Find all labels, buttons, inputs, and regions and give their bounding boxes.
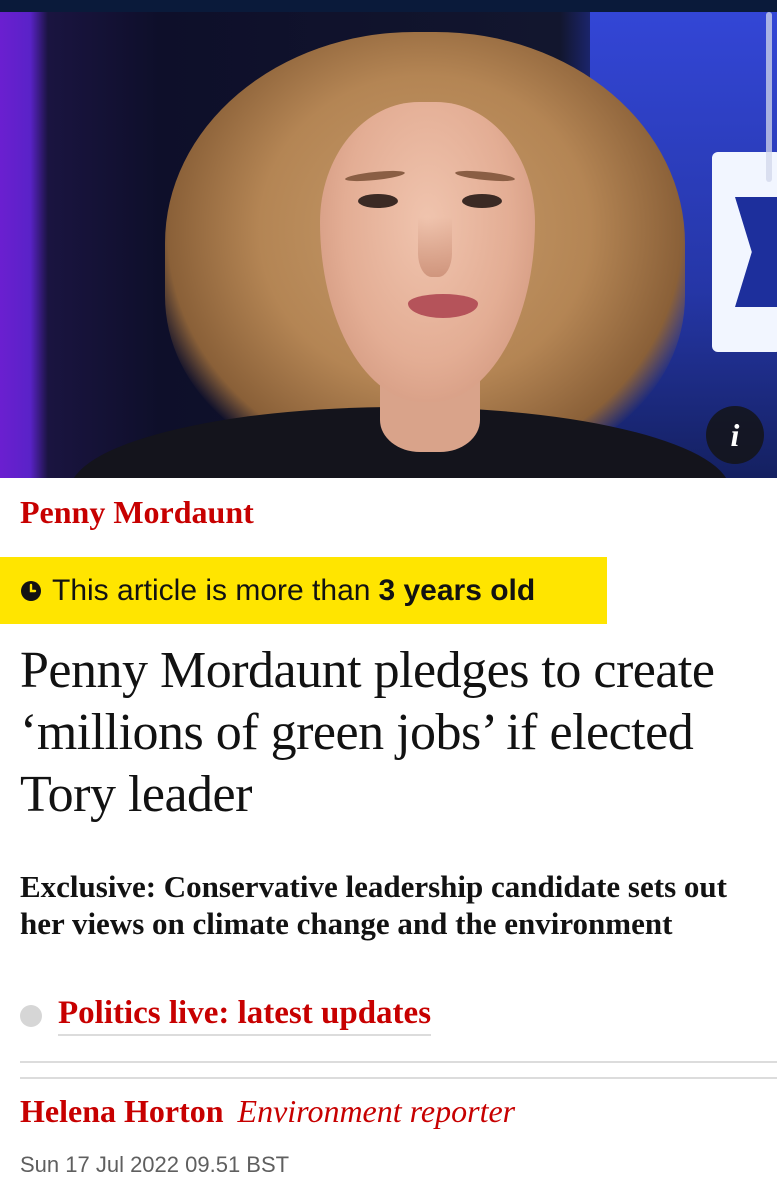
portrait-eye xyxy=(462,194,502,208)
byline[interactable]: Helena Horton Environment reporter xyxy=(20,1093,515,1130)
info-icon-label: i xyxy=(730,416,740,453)
clock-icon xyxy=(21,580,41,601)
related-link[interactable]: Politics live: latest updates xyxy=(20,995,432,1036)
divider xyxy=(20,1061,777,1063)
hero-image xyxy=(0,12,777,478)
publish-date: Sun 17 Jul 2022 09.51 BST xyxy=(20,1152,290,1177)
article-headline: Penny Mordaunt pledges to create ‘millio… xyxy=(20,642,715,823)
top-bar xyxy=(0,0,777,12)
article-standfirst: Exclusive: Conservative leadership candi… xyxy=(20,869,727,941)
author-name[interactable]: Helena Horton xyxy=(20,1093,224,1129)
scrollbar-thumb[interactable] xyxy=(766,12,772,182)
divider xyxy=(20,1077,777,1079)
portrait-nose xyxy=(418,217,452,277)
age-warning-emphasis: 3 years old xyxy=(378,573,536,607)
info-icon[interactable]: i xyxy=(706,406,764,464)
section-kicker[interactable]: Penny Mordaunt xyxy=(20,494,254,531)
portrait-eye xyxy=(358,194,398,208)
bullet-dot xyxy=(20,1004,42,1027)
age-warning-text: This article is more than xyxy=(52,573,371,607)
author-role: Environment reporter xyxy=(237,1093,516,1129)
age-warning-banner: This article is more than 3 years old xyxy=(0,557,607,624)
related-link-text[interactable]: Politics live: latest updates xyxy=(58,995,432,1036)
